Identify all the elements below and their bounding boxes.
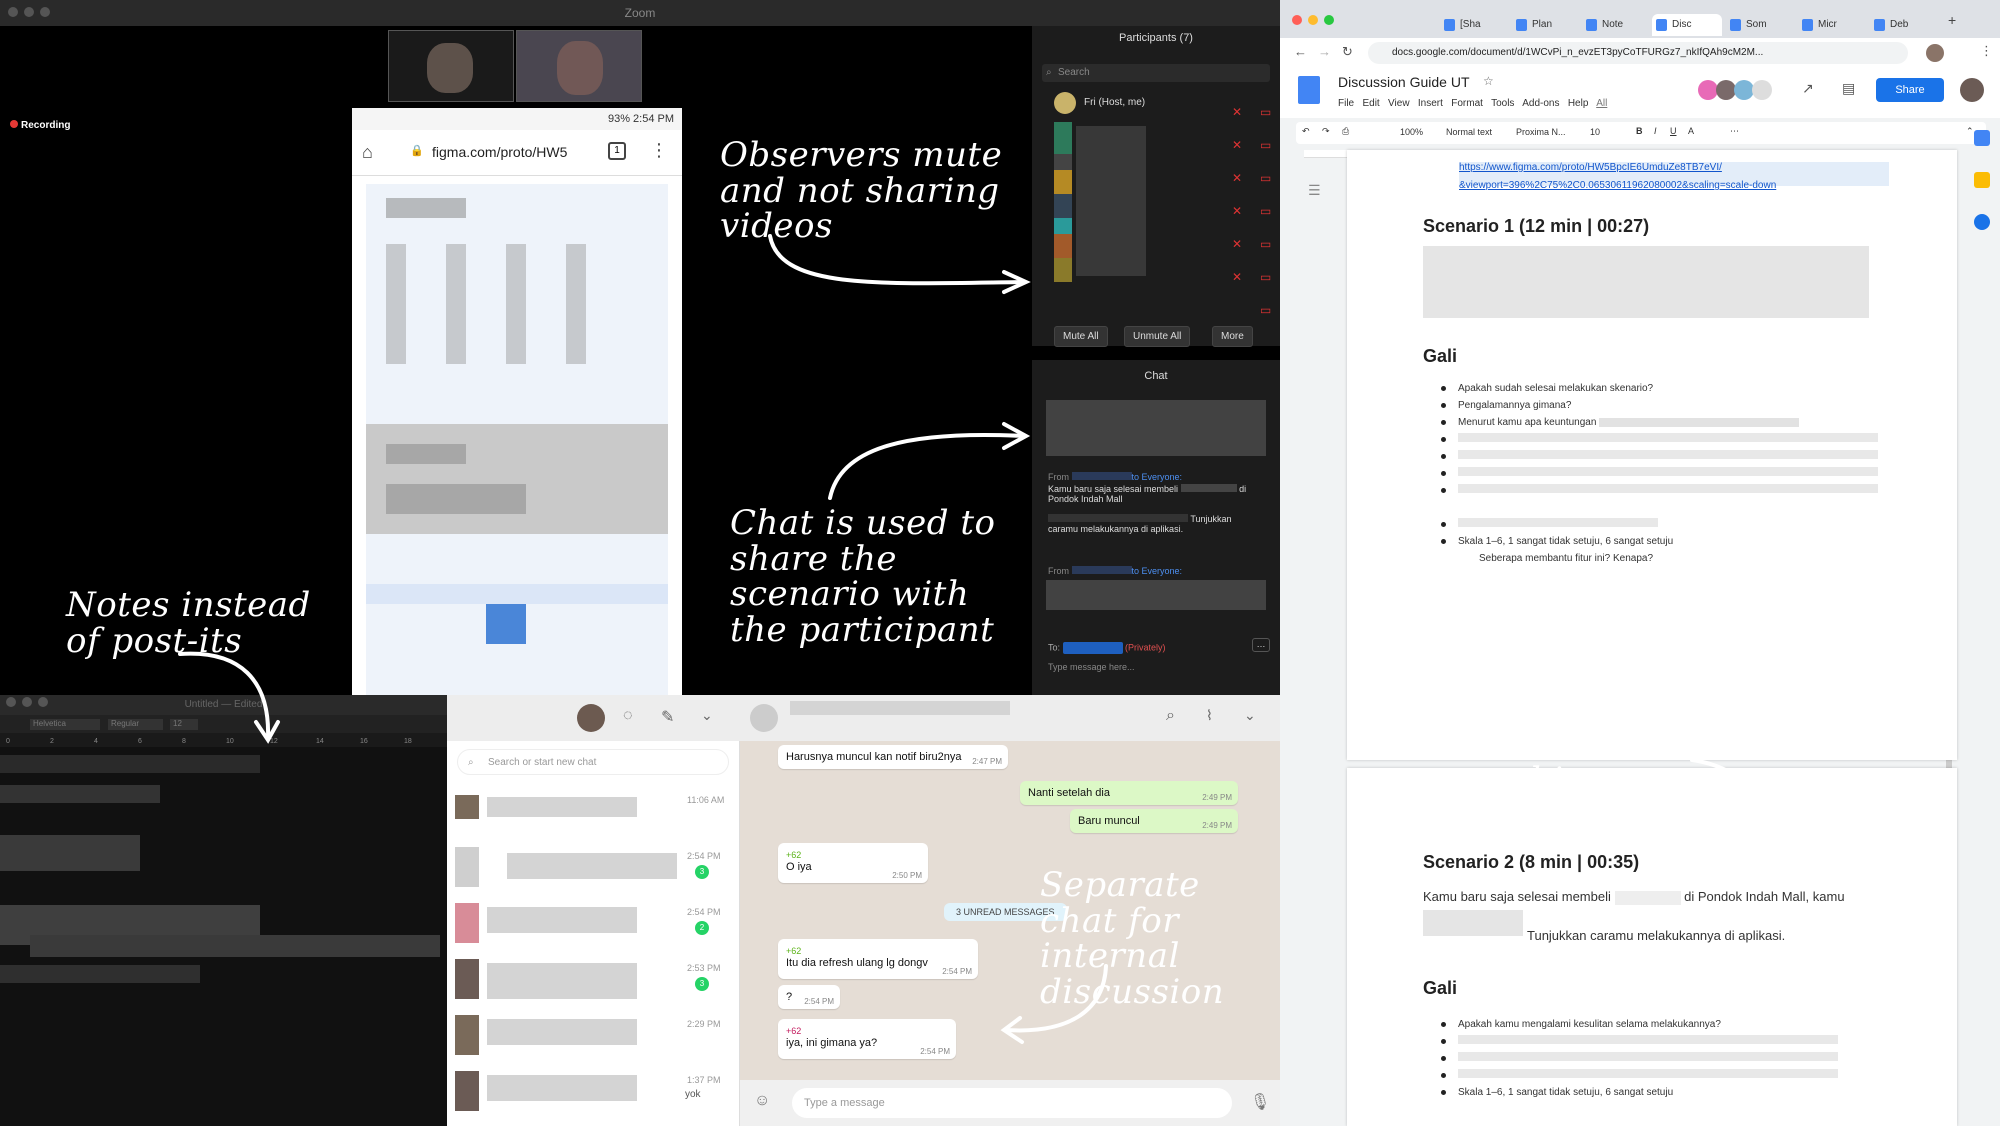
- annotation-arrows: [178, 234, 1770, 1044]
- arrow-to-participants: [768, 234, 1026, 286]
- arrow-to-doc: [1690, 758, 1765, 858]
- arrow-to-notes: [178, 651, 271, 740]
- arrow-to-whatsapp: [1004, 964, 1108, 1033]
- arrow-head: [1742, 838, 1770, 862]
- arrow-to-chat: [828, 432, 1026, 500]
